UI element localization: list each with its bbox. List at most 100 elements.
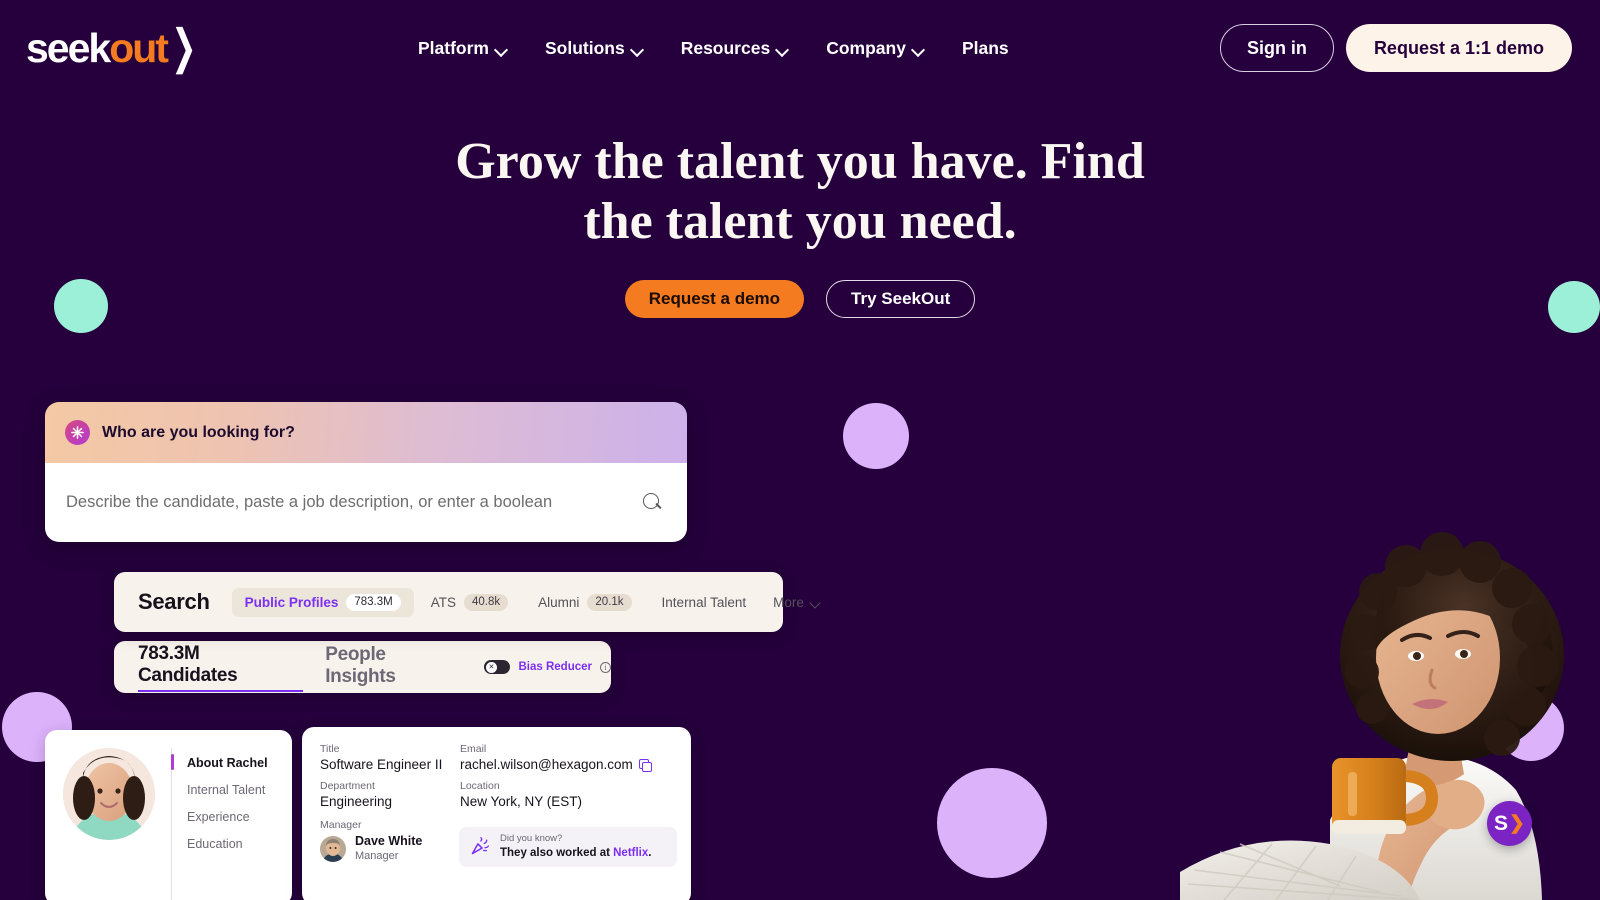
tab-candidates[interactable]: 783.3M Candidates — [138, 643, 304, 692]
dyk-text-before: They also worked at — [500, 846, 614, 859]
source-more-label: More — [773, 594, 804, 610]
site-header: seekout ❯ Platform Solutions Resources C… — [0, 0, 1600, 96]
did-you-know-text: Did you know? They also worked at Netfli… — [500, 833, 651, 860]
source-tab-public-profiles[interactable]: Public Profiles 783.3M — [231, 587, 414, 617]
ai-search-card: Who are you looking for? — [45, 402, 687, 542]
hero-section: Grow the talent you have. Find the talen… — [0, 132, 1600, 318]
request-demo-button[interactable]: Request a demo — [624, 279, 805, 318]
source-tab-count: 20.1k — [587, 593, 632, 611]
search-sources-card: Search Public Profiles 783.3M ATS 40.8k … — [114, 572, 804, 632]
results-tabs-card: 783.3M Candidates People Insights ✕ Bias… — [114, 641, 611, 693]
source-tab-more[interactable]: More — [763, 589, 831, 616]
party-popper-icon — [470, 836, 490, 859]
nav-label-plans: Plans — [961, 38, 1009, 58]
ai-search-body — [45, 463, 687, 542]
search-card-title: Search — [138, 589, 210, 614]
logo-chevron-icon: ❯ — [171, 21, 197, 75]
profile-nav-experience[interactable]: Experience — [187, 810, 268, 824]
hero-cta-group: Request a demo Try SeekOut — [0, 279, 1600, 318]
ai-search-header: Who are you looking for? — [45, 402, 687, 463]
profile-nav-about[interactable]: About Rachel — [171, 754, 268, 770]
chevron-down-icon — [496, 45, 507, 52]
try-seekout-button[interactable]: Try SeekOut — [826, 279, 976, 318]
manager-avatar — [320, 835, 346, 862]
nav-label-resources: Resources — [680, 38, 771, 58]
manager-role: Manager — [355, 849, 399, 862]
source-tab-count: 40.8k — [464, 593, 509, 611]
logo-text-seek: seek — [26, 24, 111, 71]
nav-item-solutions[interactable]: Solutions — [541, 34, 647, 63]
dyk-company: Netflix — [613, 846, 649, 859]
did-you-know-callout: Did you know? They also worked at Netfli… — [459, 827, 677, 867]
profile-summary-card: About Rachel Internal Talent Experience … — [45, 730, 292, 900]
field-department: Department Engineering — [320, 780, 460, 809]
manager-name: Dave White — [355, 834, 423, 848]
nav-item-company[interactable]: Company — [822, 34, 928, 63]
toggle-knob: ✕ — [485, 661, 497, 673]
decorative-circle-lavender-right — [1498, 695, 1564, 761]
profile-fields-grid: Title Software Engineer II Email rachel.… — [320, 743, 673, 809]
chevron-down-icon — [913, 45, 924, 52]
header-actions: Sign in Request a 1:1 demo — [1219, 24, 1572, 72]
seekout-logo[interactable]: seekout ❯ — [26, 21, 200, 75]
profile-nav-education[interactable]: Education — [187, 837, 268, 851]
copy-icon[interactable] — [638, 758, 653, 772]
profile-details-card: Title Software Engineer II Email rachel.… — [302, 727, 691, 900]
nav-label-platform: Platform — [418, 38, 489, 58]
source-tab-alumni[interactable]: Alumni 20.1k — [525, 588, 644, 617]
profile-nav-internal-talent[interactable]: Internal Talent — [187, 783, 268, 797]
sparkle-icon — [65, 420, 90, 445]
field-email: Email rachel.wilson@hexagon.com — [460, 743, 673, 772]
avatar — [63, 748, 155, 840]
page-title: Grow the talent you have. Find the talen… — [455, 133, 1145, 251]
source-tab-count: 783.3M — [346, 593, 401, 611]
main-navigation: Platform Solutions Resources Company Pla… — [414, 34, 1013, 63]
field-title: Title Software Engineer II — [320, 743, 460, 772]
field-value: New York, NY (EST) — [460, 794, 583, 809]
field-label: Location — [460, 780, 500, 792]
chevron-down-icon — [777, 45, 788, 52]
sign-in-button[interactable]: Sign in — [1219, 24, 1334, 72]
ai-search-title: Who are you looking for? — [102, 423, 295, 441]
search-icon[interactable] — [643, 492, 663, 513]
chat-widget-arrow-icon: ❯ — [1509, 813, 1525, 834]
source-tab-ats[interactable]: ATS 40.8k — [418, 588, 521, 617]
nav-label-company: Company — [826, 38, 906, 58]
bias-reducer-toggle[interactable]: ✕ — [484, 660, 511, 674]
logo-wordmark: seekout — [26, 24, 169, 71]
nav-item-resources[interactable]: Resources — [677, 34, 793, 63]
chat-widget-letter: S — [1494, 812, 1509, 835]
nav-item-plans[interactable]: Plans — [958, 34, 1013, 63]
field-label: Email — [460, 743, 487, 755]
field-label: Title — [320, 743, 340, 755]
field-location: Location New York, NY (EST) — [460, 780, 673, 809]
did-you-know-title: Did you know? — [500, 833, 563, 845]
ai-search-input[interactable] — [66, 493, 643, 512]
manager-text: Dave White Manager — [355, 834, 422, 863]
source-tab-label: ATS — [430, 594, 456, 610]
decorative-circle-lavender-mid — [843, 403, 909, 469]
dyk-text-after: . — [648, 846, 652, 859]
info-icon[interactable]: i — [600, 661, 611, 673]
page-root: seekout ❯ Platform Solutions Resources C… — [0, 0, 1600, 900]
decorative-circle-lavender-large — [937, 768, 1047, 878]
nav-item-platform[interactable]: Platform — [414, 34, 511, 63]
source-tab-internal-talent[interactable]: Internal Talent — [649, 589, 760, 616]
source-tab-label: Public Profiles — [244, 594, 339, 610]
chevron-down-icon — [632, 45, 643, 52]
source-tab-label: Internal Talent — [661, 594, 747, 610]
chat-widget-button[interactable]: S ❯ — [1487, 801, 1532, 846]
field-value: Engineering — [320, 794, 393, 809]
nav-label-solutions: Solutions — [544, 38, 625, 58]
bias-reducer-group: ✕ Bias Reducer i — [484, 660, 611, 674]
source-tab-label: Alumni — [538, 594, 580, 610]
logo-text-out: out — [109, 24, 169, 71]
field-label: Department — [320, 780, 375, 792]
bias-reducer-label: Bias Reducer — [518, 661, 592, 673]
field-value: rachel.wilson@hexagon.com — [460, 757, 633, 772]
field-value: Software Engineer II — [320, 757, 443, 772]
did-you-know-body: They also worked at Netflix. — [500, 846, 651, 861]
chevron-down-icon — [811, 599, 821, 606]
tab-people-insights[interactable]: People Insights — [325, 644, 460, 691]
request-demo-header-button[interactable]: Request a 1:1 demo — [1345, 24, 1572, 72]
